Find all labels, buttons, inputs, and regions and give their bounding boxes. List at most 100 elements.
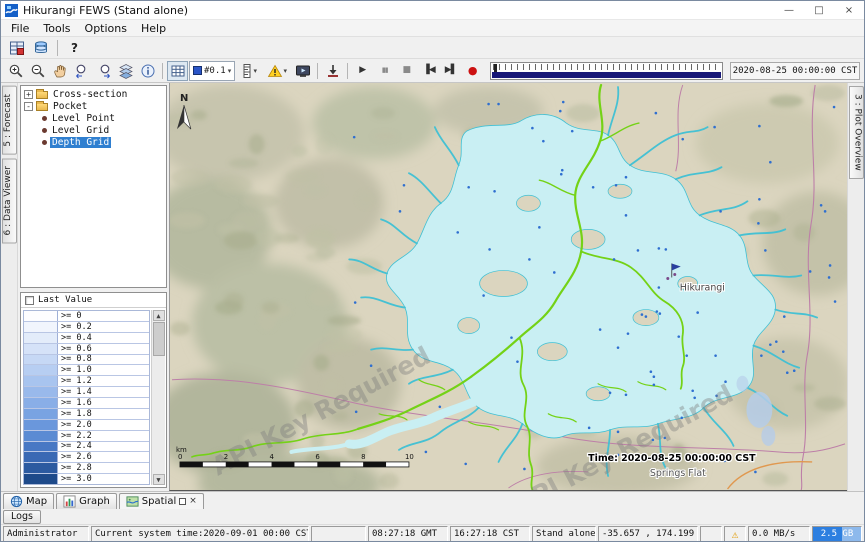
legend-label: >= 1.4 (58, 387, 92, 397)
folder-icon (36, 91, 48, 99)
bottom-tab-bar: Map Graph Spatial × (1, 491, 864, 509)
main-toolbar: ? (1, 37, 864, 59)
warning-threshold-dropdown[interactable]: ▾ (263, 61, 291, 81)
toolbar-separator (347, 63, 348, 79)
legend-row: >= 2.0 (24, 419, 149, 430)
legend-swatch (24, 376, 58, 386)
tree-item[interactable]: -Pocket (21, 100, 166, 112)
tree-item[interactable]: Depth Grid (21, 136, 166, 148)
legend-swatch (24, 463, 58, 473)
menu-options[interactable]: Options (78, 22, 134, 35)
legend-table: >= 0>= 0.2>= 0.4>= 0.6>= 0.8>= 1.0>= 1.2… (23, 310, 150, 485)
folder-icon (36, 103, 48, 111)
legend-swatch (24, 431, 58, 441)
pause-button[interactable]: ▮▮ (374, 61, 395, 81)
timeline-slider[interactable] (490, 62, 723, 80)
legend-row: >= 2.2 (24, 430, 149, 441)
last-value-checkbox[interactable] (25, 296, 34, 305)
status-warning-icon[interactable]: ⚠ (724, 526, 746, 542)
tree-toggle-icon[interactable]: + (24, 90, 33, 99)
legend-label: >= 2.2 (58, 431, 92, 441)
svg-text:0: 0 (178, 453, 182, 461)
map-canvas[interactable]: Hikurangi Springs Flat API Key Required … (170, 83, 847, 490)
menu-bar: File Tools Options Help (1, 20, 864, 37)
legend-row: >= 1.2 (24, 375, 149, 386)
pan-hand-icon[interactable] (49, 61, 70, 81)
play-button[interactable]: ▶ (352, 61, 373, 81)
legend-row: >= 0 (24, 311, 149, 321)
timeline-bar (492, 72, 721, 78)
legend-row: >= 1.0 (24, 364, 149, 375)
status-memory[interactable]: 2.5 GB (812, 526, 862, 542)
movie-export-icon[interactable] (292, 61, 313, 81)
scroll-up-icon[interactable]: ▲ (153, 310, 165, 321)
tab-spatial[interactable]: Spatial × (119, 493, 204, 509)
close-tab-icon[interactable]: × (189, 497, 197, 506)
tab-graph-label: Graph (79, 496, 110, 507)
tab-spatial-label: Spatial (142, 496, 176, 507)
town-label: Hikurangi (680, 282, 725, 293)
svg-text:N: N (180, 93, 188, 104)
zoom-out-icon[interactable] (27, 61, 48, 81)
tree-item[interactable]: Level Point (21, 112, 166, 124)
zoom-in-icon[interactable] (5, 61, 26, 81)
classification-dropdown[interactable]: #0.1 ▾ (189, 61, 235, 81)
tab-map[interactable]: Map (3, 493, 54, 509)
scroll-down-icon[interactable]: ▼ (153, 474, 165, 485)
legend-scrollbar[interactable]: ▲ ▼ (151, 310, 165, 485)
download-data-icon[interactable] (322, 61, 343, 81)
logs-button[interactable]: Logs (3, 510, 41, 524)
scrollbar-thumb[interactable] (153, 322, 165, 356)
stop-button[interactable]: ■ (396, 61, 417, 81)
point-icon (42, 116, 47, 121)
tab-plot-overview[interactable]: 3 : Plot Overview (849, 86, 864, 179)
toolbar-separator (317, 63, 318, 79)
classification-value: #0.1 (204, 66, 226, 76)
main-area: 5 : Forecast 6 : Data Viewer +Cross-sect… (1, 83, 864, 491)
step-back-button[interactable]: ▐◀ (418, 61, 439, 81)
tree-item[interactable]: Level Grid (21, 124, 166, 136)
close-button[interactable]: × (834, 1, 864, 19)
scale-bar-dropdown[interactable]: ▾ (236, 61, 262, 81)
current-datetime: 2020-08-25 00:00:00 CST (730, 62, 860, 80)
record-button[interactable]: ● (462, 61, 483, 81)
zoom-next-icon[interactable] (93, 61, 114, 81)
legend-swatch (24, 365, 58, 375)
tree-item[interactable]: +Cross-section (21, 88, 166, 100)
legend-label: >= 1.8 (58, 409, 92, 419)
database-icon[interactable] (30, 38, 51, 58)
undock-icon[interactable] (179, 498, 186, 505)
grid-display-icon[interactable] (167, 61, 188, 81)
status-spacer (700, 526, 722, 542)
tree-item-label: Level Grid (50, 125, 111, 136)
tree-toggle-icon[interactable]: - (24, 102, 33, 111)
menu-file[interactable]: File (4, 22, 36, 35)
menu-tools[interactable]: Tools (36, 22, 77, 35)
maximize-button[interactable]: □ (804, 1, 834, 19)
menu-help[interactable]: Help (134, 22, 173, 35)
info-icon[interactable] (137, 61, 158, 81)
legend-swatch (24, 420, 58, 430)
minimize-button[interactable]: — (774, 1, 804, 19)
explorer-grid-icon[interactable] (6, 38, 27, 58)
map-toolbar: #0.1 ▾ ▾ ▾ ▶ ▮▮ ■ ▐◀ ▶▌ ● 2020-08-25 00: (1, 59, 864, 83)
tab-forecast[interactable]: 5 : Forecast (2, 86, 17, 155)
tab-data-viewer[interactable]: 6 : Data Viewer (2, 158, 17, 243)
legend-swatch (24, 474, 58, 484)
step-forward-button[interactable]: ▶▌ (440, 61, 461, 81)
legend-label: >= 0 (58, 311, 81, 321)
layers-icon[interactable] (115, 61, 136, 81)
zoom-previous-icon[interactable] (71, 61, 92, 81)
legend-label: >= 2.8 (58, 463, 92, 473)
map-viewport[interactable]: Hikurangi Springs Flat API Key Required … (169, 83, 847, 491)
help-icon[interactable]: ? (64, 38, 85, 58)
status-spacer (311, 526, 366, 542)
chevron-down-icon: ▾ (228, 67, 232, 75)
tab-graph[interactable]: Graph (56, 493, 117, 509)
legend-row: >= 0.6 (24, 343, 149, 354)
legend-swatch (24, 452, 58, 462)
tree-item-label: Depth Grid (50, 137, 111, 148)
legend-row: >= 2.4 (24, 441, 149, 452)
toolbar-separator (162, 63, 163, 79)
status-local-time: 16:27:18 CST (450, 526, 530, 542)
